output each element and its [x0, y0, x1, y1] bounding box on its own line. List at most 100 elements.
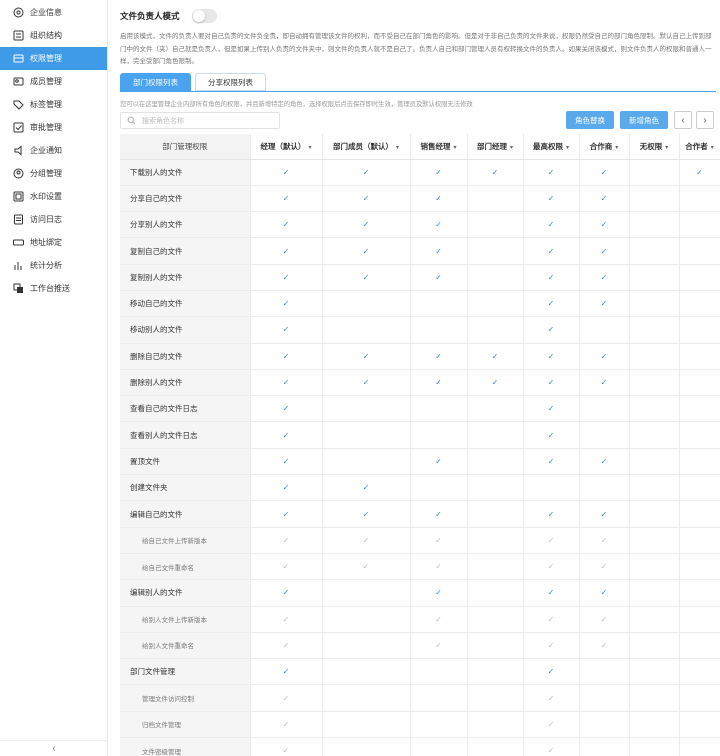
- permission-cell[interactable]: ✓: [523, 632, 580, 660]
- permission-cell[interactable]: ✓: [322, 185, 411, 213]
- permission-cell[interactable]: [467, 185, 524, 213]
- permission-cell[interactable]: ✓: [523, 579, 580, 607]
- permission-cell[interactable]: ✓: [410, 211, 468, 239]
- permission-cell[interactable]: [629, 211, 680, 239]
- permission-cell[interactable]: [679, 290, 720, 318]
- permission-cell[interactable]: [579, 395, 630, 423]
- sidebar-item[interactable]: 访问日志: [0, 208, 107, 231]
- permission-cell[interactable]: ✓: [523, 264, 580, 291]
- permission-cell[interactable]: [679, 579, 720, 607]
- permission-cell[interactable]: ✓: [250, 711, 323, 739]
- permission-cell[interactable]: ✓: [579, 237, 630, 265]
- permission-cell[interactable]: ✓: [523, 316, 580, 344]
- permission-cell[interactable]: ✓: [579, 632, 630, 660]
- permission-cell[interactable]: ✓: [410, 579, 468, 607]
- owner-mode-toggle[interactable]: [191, 9, 217, 23]
- caret-down-icon[interactable]: ▾: [665, 145, 668, 151]
- permission-cell[interactable]: [467, 264, 524, 291]
- permission-cell[interactable]: ✓: [579, 211, 630, 239]
- permission-cell[interactable]: [467, 237, 524, 265]
- permission-cell[interactable]: [629, 316, 680, 344]
- permission-cell[interactable]: [410, 711, 468, 739]
- permission-cell[interactable]: [629, 579, 680, 607]
- caret-down-icon[interactable]: ▾: [711, 145, 714, 151]
- permission-cell[interactable]: ✓: [523, 711, 580, 739]
- permission-cell[interactable]: ✓: [410, 632, 468, 660]
- permission-cell[interactable]: [410, 395, 468, 423]
- permission-cell[interactable]: ✓: [250, 448, 323, 476]
- permission-cell[interactable]: ✓: [410, 553, 468, 581]
- role-column-header[interactable]: 无权限 ▾: [629, 134, 680, 160]
- permission-cell[interactable]: ✓: [579, 579, 630, 607]
- permission-cell[interactable]: [679, 237, 720, 265]
- caret-down-icon[interactable]: ▾: [566, 145, 569, 151]
- permission-cell[interactable]: [629, 159, 680, 186]
- permission-cell[interactable]: ✓: [322, 553, 411, 581]
- permission-cell[interactable]: [410, 658, 468, 686]
- permission-cell[interactable]: ✓: [250, 500, 323, 528]
- permission-cell[interactable]: [629, 290, 680, 318]
- permission-cell[interactable]: ✓: [410, 185, 468, 213]
- permission-cell[interactable]: [579, 684, 630, 712]
- sidebar-item[interactable]: 标签管理: [0, 93, 107, 116]
- caret-down-icon[interactable]: ▾: [510, 145, 513, 151]
- permission-cell[interactable]: ✓: [523, 684, 580, 712]
- permission-cell[interactable]: [629, 500, 680, 528]
- permission-cell[interactable]: ✓: [410, 527, 468, 554]
- permission-cell[interactable]: ✓: [322, 264, 411, 291]
- permission-cell[interactable]: ✓: [250, 237, 323, 265]
- permission-cell[interactable]: ✓: [579, 159, 630, 186]
- permission-cell[interactable]: ✓: [250, 579, 323, 607]
- tab-share-permissions[interactable]: 分享权限列表: [195, 73, 266, 91]
- permission-cell[interactable]: ✓: [523, 658, 580, 686]
- role-column-header[interactable]: 销售经理 ▾: [410, 134, 468, 160]
- permission-cell[interactable]: [679, 658, 720, 686]
- permission-cell[interactable]: [410, 684, 468, 712]
- permission-cell[interactable]: ✓: [579, 527, 630, 554]
- permission-cell[interactable]: [523, 474, 580, 502]
- sidebar-item[interactable]: 审批管理: [0, 116, 107, 139]
- role-column-header[interactable]: 经理（默认） ▾: [250, 134, 323, 160]
- permission-cell[interactable]: [467, 737, 524, 756]
- permission-cell[interactable]: ✓: [250, 632, 323, 660]
- role-column-header[interactable]: 最高权限 ▾: [523, 134, 580, 160]
- caret-down-icon[interactable]: ▾: [453, 145, 456, 151]
- permission-cell[interactable]: [322, 632, 411, 660]
- permission-cell[interactable]: ✓: [250, 316, 323, 344]
- permission-cell[interactable]: [679, 395, 720, 423]
- permission-cell[interactable]: ✓: [523, 237, 580, 265]
- permission-cell[interactable]: ✓: [250, 658, 323, 686]
- permission-cell[interactable]: ✓: [523, 553, 580, 581]
- permission-cell[interactable]: [679, 421, 720, 449]
- permission-cell[interactable]: ✓: [467, 343, 524, 370]
- permission-cell[interactable]: [467, 711, 524, 739]
- permission-cell[interactable]: [467, 658, 524, 686]
- sidebar-item[interactable]: 组织结构: [0, 24, 107, 47]
- permission-cell[interactable]: ✓: [579, 369, 630, 397]
- permission-cell[interactable]: ✓: [322, 159, 411, 186]
- permission-cell[interactable]: [629, 632, 680, 660]
- permission-cell[interactable]: [629, 343, 680, 370]
- permission-cell[interactable]: [467, 395, 524, 423]
- permission-cell[interactable]: ✓: [410, 369, 468, 397]
- new-role-button[interactable]: 新增角色: [620, 111, 668, 129]
- permission-cell[interactable]: [629, 474, 680, 502]
- permission-cell[interactable]: [322, 684, 411, 712]
- permission-cell[interactable]: ✓: [523, 211, 580, 239]
- tab-department-permissions[interactable]: 部门权限列表: [120, 73, 191, 91]
- sidebar-item[interactable]: 统计分析: [0, 254, 107, 277]
- permission-cell[interactable]: [322, 658, 411, 686]
- permission-cell[interactable]: ✓: [579, 343, 630, 370]
- permission-cell[interactable]: [322, 395, 411, 423]
- permission-cell[interactable]: ✓: [579, 553, 630, 581]
- permission-cell[interactable]: ✓: [523, 606, 580, 633]
- permission-cell[interactable]: [322, 316, 411, 344]
- permission-cell[interactable]: [467, 606, 524, 633]
- permission-cell[interactable]: [467, 553, 524, 581]
- permission-cell[interactable]: [679, 632, 720, 660]
- permission-cell[interactable]: [322, 606, 411, 633]
- permission-cell[interactable]: ✓: [250, 369, 323, 397]
- sidebar-item[interactable]: 分组管理: [0, 162, 107, 185]
- permission-cell[interactable]: [679, 185, 720, 213]
- permission-cell[interactable]: [629, 264, 680, 291]
